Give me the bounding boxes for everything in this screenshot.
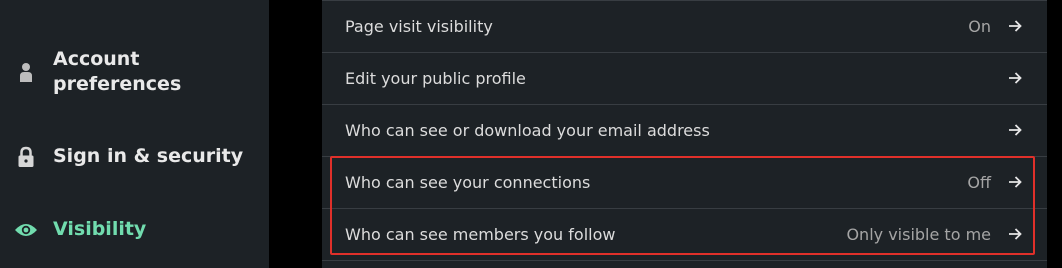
setting-label: Who can see your connections: [345, 173, 591, 192]
setting-status: On: [968, 17, 991, 36]
arrow-right-icon: [1009, 124, 1022, 136]
setting-row-page-visit-visibility[interactable]: Page visit visibility On: [322, 1, 1047, 53]
sidebar-item-label: Visibility: [53, 218, 147, 240]
sidebar-item-label: Sign in & security: [53, 145, 244, 167]
setting-label: Page visit visibility: [345, 17, 493, 36]
setting-label: Who can see or download your email addre…: [345, 121, 710, 140]
settings-page: Account preferences Sign in & security V…: [0, 0, 1062, 268]
sidebar-item-sign-in-security[interactable]: Sign in & security: [0, 142, 269, 172]
lock-icon: [14, 145, 38, 169]
sidebar-item-label: Account preferences: [53, 48, 182, 95]
arrow-right-icon: [1009, 72, 1022, 84]
visibility-settings-list: Page visit visibility On Edit your publi…: [322, 0, 1047, 268]
setting-row-connections-visibility[interactable]: Who can see your connections Off: [322, 157, 1047, 209]
arrow-right-icon: [1009, 176, 1022, 188]
setting-status: Off: [967, 173, 991, 192]
person-icon: [14, 60, 38, 84]
setting-label: Who can see members you follow: [345, 225, 616, 244]
setting-row-email-address-visibility[interactable]: Who can see or download your email addre…: [322, 105, 1047, 157]
setting-status: Only visible to me: [846, 225, 991, 244]
sidebar-item-visibility[interactable]: Visibility: [0, 215, 269, 245]
arrow-right-icon: [1009, 228, 1022, 240]
setting-row-followed-members-visibility[interactable]: Who can see members you follow Only visi…: [322, 209, 1047, 261]
setting-label: Edit your public profile: [345, 69, 526, 88]
settings-sidebar: Account preferences Sign in & security V…: [0, 0, 269, 268]
arrow-right-icon: [1009, 20, 1022, 32]
setting-row-edit-public-profile[interactable]: Edit your public profile: [322, 53, 1047, 105]
sidebar-item-account-preferences[interactable]: Account preferences: [0, 46, 269, 98]
eye-icon: [14, 218, 38, 242]
